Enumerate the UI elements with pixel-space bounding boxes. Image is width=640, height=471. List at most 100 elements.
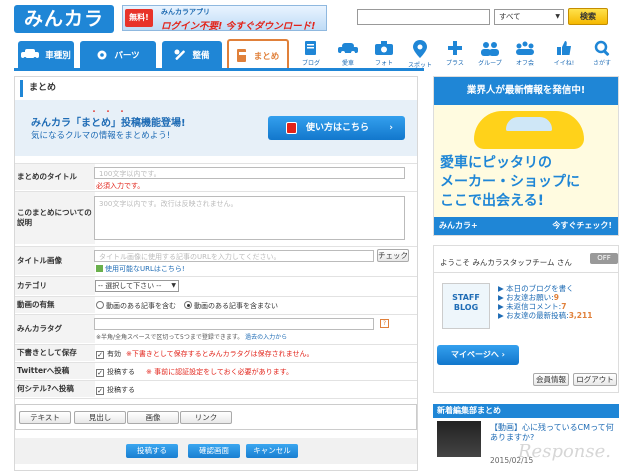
- video-option-exclude[interactable]: 動画のある記事を含まない: [184, 301, 278, 311]
- guide-icon: [286, 122, 297, 134]
- pin-icon: [413, 40, 427, 58]
- twitter-value: 投稿する: [107, 368, 135, 376]
- logout-button[interactable]: ログアウト: [573, 373, 617, 386]
- nav-label: オフ会: [515, 60, 534, 67]
- checkbox-checked-icon: ✓: [96, 351, 104, 359]
- page-title: まとめ: [20, 80, 412, 97]
- chevron-right-icon: ›: [389, 123, 393, 133]
- search-scope-select[interactable]: すべて ▼: [494, 9, 564, 25]
- car-icon: [338, 43, 358, 55]
- search-icon: [594, 40, 610, 56]
- tab-maintenance[interactable]: 整備: [162, 41, 222, 68]
- howto-button[interactable]: 使い方はこちら ›: [268, 116, 405, 140]
- draft-note: ※下書きとして保存するとみんカラタグは保存されません。: [126, 350, 314, 358]
- member-info-button[interactable]: 会員情報: [533, 373, 569, 386]
- mypage-button[interactable]: マイページへ ›: [437, 345, 519, 365]
- help-icon[interactable]: ?: [380, 319, 389, 328]
- off-toggle[interactable]: OFF: [590, 253, 618, 264]
- category-label: カテゴリ: [15, 277, 95, 295]
- nav-photo[interactable]: フォト: [370, 38, 398, 70]
- tab-matome[interactable]: まとめ: [227, 39, 289, 70]
- car-icon: [21, 49, 40, 60]
- checkbox-checked-icon: ✓: [96, 369, 104, 377]
- check-button[interactable]: チェック: [377, 249, 409, 262]
- tab-car-models[interactable]: 車種別: [18, 41, 74, 68]
- nav-label: 愛車: [341, 60, 354, 67]
- promo-headline: みんカラ「まとめ」投稿機能登場!: [31, 118, 186, 129]
- car-illustration: [474, 111, 584, 149]
- ad-brand: みんカラ+: [439, 221, 478, 230]
- chevron-down-icon: ▼: [555, 13, 560, 20]
- usable-url-link[interactable]: 使用可能なURLはこちら!: [96, 264, 185, 274]
- response-watermark: Response.: [518, 441, 612, 462]
- news-thumbnail[interactable]: [437, 421, 481, 457]
- widget-divider: [433, 272, 619, 273]
- draft-checkbox[interactable]: ✓ 有効: [96, 349, 121, 359]
- tabs-underline: [14, 68, 424, 71]
- avatar[interactable]: STAFF BLOG: [442, 283, 490, 329]
- blog-icon: [305, 41, 316, 55]
- ad-line2: メーカー・ショップに: [440, 174, 580, 190]
- info-icon: [96, 265, 103, 272]
- nav-group[interactable]: グループ: [476, 38, 504, 70]
- nav-label: イイね!: [553, 60, 575, 67]
- title-image-label: タイトル画像: [15, 247, 95, 275]
- search-input[interactable]: [357, 9, 490, 25]
- tab-parts[interactable]: パーツ: [80, 41, 156, 68]
- radio-selected-icon: [184, 301, 192, 309]
- usable-url-text: 使用可能なURLはこちら!: [105, 265, 185, 273]
- nanshiteru-checkbox[interactable]: ✓ 投稿する: [96, 385, 135, 395]
- tab-label: 車種別: [45, 50, 71, 61]
- title-image-url-input[interactable]: タイトル画像に使用する記事のURLを入力してください。: [94, 250, 374, 262]
- twitter-label: Twitterへ投稿: [15, 363, 95, 379]
- toolbar-image-button[interactable]: 画像: [127, 411, 179, 424]
- nav-spot[interactable]: スポット: [406, 38, 434, 70]
- toolbar-heading-button[interactable]: 見出し: [74, 411, 126, 424]
- radio-icon: [96, 301, 104, 309]
- nav-my-car[interactable]: 愛車: [334, 38, 362, 70]
- nav-blog[interactable]: ブログ: [297, 38, 325, 70]
- stat-label: お友達の最新投稿:: [506, 311, 569, 320]
- video-option-include[interactable]: 動画のある記事を含む: [96, 301, 176, 311]
- nav-like[interactable]: イイね!: [550, 38, 578, 70]
- description-textarea[interactable]: 300文字以内です。改行は反映されません。: [94, 196, 405, 240]
- cancel-button[interactable]: キャンセル: [246, 444, 298, 458]
- toolbar-link-button[interactable]: リンク: [180, 411, 232, 424]
- nav-label: ブログ: [301, 60, 320, 67]
- twitter-checkbox[interactable]: ✓ 投稿する: [96, 367, 135, 377]
- minkara-plus-ad[interactable]: 業界人が最新情報を発信中! 愛車にピッタリの メーカー・ショップに ここで出会え…: [433, 76, 619, 236]
- nav-label: グループ: [478, 60, 502, 67]
- tag-input[interactable]: [94, 318, 374, 330]
- app-download-banner[interactable]: 無料! みんカラアプリ ログイン不要! 今すぐダウンロード!: [122, 5, 327, 32]
- welcome-text: ようこそ みんカラスタッフチーム さん: [440, 258, 572, 267]
- nav-plus[interactable]: プラス: [441, 38, 469, 70]
- tag-label: みんカラタグ: [15, 315, 95, 343]
- tab-label: まとめ: [253, 51, 280, 62]
- howto-label: 使い方はこちら: [306, 123, 370, 133]
- title-required-note: 必須入力です。: [96, 182, 145, 190]
- matome-icon: [236, 49, 248, 62]
- plus-icon: [448, 41, 462, 55]
- tag-note-text: ※半角/全角スペースで区切って5つまで登録できます。: [96, 334, 244, 341]
- banner-download-text: ログイン不要! 今すぐダウンロード!: [161, 21, 316, 32]
- news-title-link[interactable]: 【動画】心に残っているCMって何ありますか?: [490, 423, 615, 443]
- tag-history-link[interactable]: 過去の入力から: [245, 334, 287, 341]
- ad-cta: 今すぐチェック!: [552, 221, 612, 230]
- confirm-button[interactable]: 確認画面: [188, 444, 240, 458]
- toolbar-text-button[interactable]: テキスト: [19, 411, 71, 424]
- friend-posts-link[interactable]: ▶ お友達の最新投稿:3,211: [498, 310, 592, 321]
- off-label: OFF: [597, 254, 611, 262]
- search-scope-value: すべて: [499, 12, 521, 21]
- nav-search[interactable]: さがす: [588, 38, 616, 70]
- nav-label: プラス: [446, 60, 464, 67]
- row-divider: [15, 398, 417, 399]
- search-button[interactable]: 検索: [568, 8, 608, 25]
- minkara-logo[interactable]: みんカラ: [14, 5, 114, 33]
- draft-value: 有効: [107, 350, 121, 358]
- promo-subline: 気になるクルマの情報をまとめよう!: [31, 131, 171, 141]
- submit-button[interactable]: 投稿する: [126, 444, 178, 458]
- title-input[interactable]: 100文字以内です。: [94, 167, 405, 179]
- nav-label: スポット: [407, 62, 432, 69]
- nav-off-meeting[interactable]: オフ会: [511, 38, 539, 70]
- category-select[interactable]: -- 選択して下さい -- ▼: [95, 280, 179, 292]
